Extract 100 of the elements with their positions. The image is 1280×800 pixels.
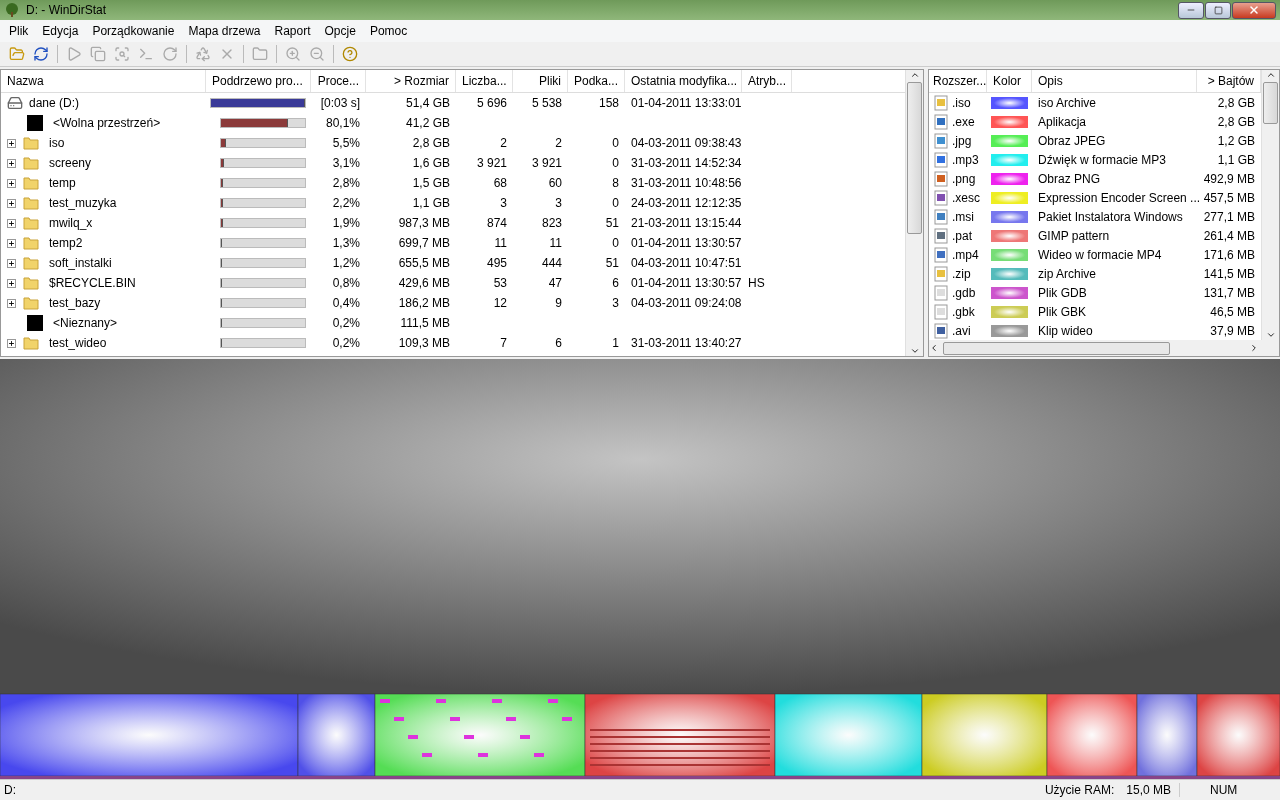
- scroll-up-icon[interactable]: [1265, 70, 1276, 80]
- file-type-icon: [933, 189, 949, 206]
- menu-item[interactable]: Pomoc: [362, 24, 415, 38]
- extension-name: .gbk: [952, 304, 975, 319]
- maximize-button[interactable]: [1205, 1, 1231, 19]
- menu-item[interactable]: Mapa drzewa: [181, 24, 268, 38]
- folder-icon: [23, 235, 39, 251]
- table-cell-text: 444: [540, 256, 563, 270]
- table-cell-text: 51,4 GB: [404, 96, 451, 110]
- expand-toggle[interactable]: [7, 298, 16, 308]
- table-cell-text: 3: [611, 296, 620, 310]
- menu-item[interactable]: Porządkowanie: [85, 24, 182, 38]
- table-cell-text: Plik GDB: [1037, 285, 1088, 300]
- table-cell-text: 2,8%: [331, 176, 361, 190]
- expand-toggle[interactable]: [7, 218, 16, 228]
- expand-toggle[interactable]: [7, 198, 16, 208]
- table-cell-text: 9: [554, 296, 563, 310]
- menu-item[interactable]: Plik: [2, 24, 36, 38]
- table-cell-text: 46,5 MB: [1209, 304, 1256, 319]
- tree-item-name[interactable]: dane (D:): [27, 96, 80, 110]
- file-type-icon: [933, 284, 949, 301]
- scroll-left-icon[interactable]: [929, 343, 939, 353]
- table-cell-text: 21-03-2011 13:15:44: [630, 216, 742, 230]
- table-cell-text: 987,3 MB: [397, 216, 451, 230]
- table-cell-text: 492,9 MB: [1202, 171, 1256, 186]
- tree-item-name[interactable]: test_wideo: [43, 336, 107, 350]
- scrollbar-thumb[interactable]: [1263, 82, 1278, 124]
- table-cell-text: Dźwięk w formacie MP3: [1037, 152, 1168, 167]
- menu-item[interactable]: Opcje: [317, 24, 363, 38]
- table-cell-text: 699,7 MB: [397, 236, 451, 250]
- ram-value: 15,0 MB: [1125, 783, 1172, 797]
- menu-item[interactable]: Raport: [267, 24, 318, 38]
- scroll-up-icon[interactable]: [909, 70, 920, 80]
- expand-toggle[interactable]: [7, 258, 16, 268]
- table-cell-text: GIMP pattern: [1037, 228, 1111, 243]
- table-cell-text: 31-03-2011 14:52:34: [630, 156, 742, 170]
- folder-icon: [23, 275, 39, 291]
- file-type-icon: [933, 132, 949, 149]
- extension-name: .gdb: [952, 285, 976, 300]
- tree-item-name[interactable]: <Wolna przestrzeń>: [47, 116, 161, 130]
- file-type-icon: [933, 170, 949, 187]
- table-cell-text: 01-04-2011 13:30:57: [630, 276, 742, 290]
- expand-toggle[interactable]: [7, 338, 16, 348]
- folder-icon: [23, 135, 39, 151]
- table-cell-text: Wideo w formacie MP4: [1037, 247, 1163, 262]
- expand-toggle[interactable]: [7, 158, 16, 168]
- tree-item-name[interactable]: <Nieznany>: [47, 316, 118, 330]
- table-cell-text: 11: [493, 236, 508, 250]
- scroll-right-icon[interactable]: [1249, 343, 1259, 353]
- folder-icon: [23, 335, 39, 351]
- table-cell-text: 24-03-2011 12:12:35: [630, 196, 742, 210]
- table-cell-text: 41,2 GB: [404, 116, 451, 130]
- scroll-down-icon[interactable]: [1265, 330, 1276, 340]
- tree-item-name[interactable]: screeny: [43, 156, 92, 170]
- tree-item-name[interactable]: soft_instalki: [43, 256, 112, 270]
- tree-item-name[interactable]: mwilq_x: [43, 216, 93, 230]
- table-cell-text: Expression Encoder Screen ...: [1037, 190, 1197, 205]
- file-type-icon: [933, 303, 949, 320]
- expand-toggle[interactable]: [7, 178, 16, 188]
- tree-item-name[interactable]: test_bazy: [43, 296, 101, 310]
- scrollbar-thumb[interactable]: [943, 341, 1170, 355]
- table-cell-text: 8: [611, 176, 620, 190]
- table-cell-text: 0: [611, 156, 620, 170]
- table-cell-text: 60: [547, 176, 563, 190]
- table-cell-text: 0,4%: [331, 296, 361, 310]
- file-type-icon: [933, 208, 949, 225]
- close-button[interactable]: [1232, 1, 1276, 19]
- tree-item-name[interactable]: $RECYCLE.BIN: [43, 276, 136, 290]
- extension-name: .avi: [952, 323, 971, 338]
- table-cell-text: 04-03-2011 10:47:51: [630, 256, 742, 270]
- table-cell-text: 51: [604, 256, 620, 270]
- table-cell-text: 495: [485, 256, 508, 270]
- extension-name: .exe: [952, 114, 975, 129]
- scroll-down-icon[interactable]: [909, 346, 920, 356]
- table-cell-text: 3 921: [530, 156, 563, 170]
- table-cell-text: 0: [611, 196, 620, 210]
- table-cell-text: 1: [611, 336, 620, 350]
- num-lock-indicator: NUM: [1179, 783, 1280, 797]
- expand-toggle[interactable]: [7, 238, 16, 248]
- expand-toggle[interactable]: [7, 278, 16, 288]
- table-cell-text: 7: [499, 336, 508, 350]
- minimize-button[interactable]: [1178, 1, 1204, 19]
- tree-item-name[interactable]: iso: [43, 136, 65, 150]
- table-cell-text: 1,2 GB: [1216, 133, 1256, 148]
- table-cell-text: 01-04-2011 13:30:57: [630, 236, 742, 250]
- extension-name: .iso: [952, 95, 971, 110]
- tree-item-name[interactable]: test_muzyka: [43, 196, 117, 210]
- menu-item[interactable]: Edycja: [35, 24, 86, 38]
- table-cell-text: Plik GBK: [1037, 304, 1087, 319]
- table-cell-text: 12: [492, 296, 508, 310]
- table-cell-text: 2,2%: [331, 196, 361, 210]
- scrollbar-thumb[interactable]: [907, 82, 922, 234]
- expand-toggle[interactable]: [7, 138, 16, 148]
- tree-item-name[interactable]: temp: [43, 176, 76, 190]
- table-cell-text: 1,1 GB: [1216, 152, 1256, 167]
- file-type-icon: [933, 113, 949, 130]
- table-cell-text: 3: [499, 196, 508, 210]
- status-path: D:: [3, 783, 17, 797]
- tree-item-name[interactable]: temp2: [43, 236, 83, 250]
- table-cell-text: 1,6 GB: [411, 156, 451, 170]
